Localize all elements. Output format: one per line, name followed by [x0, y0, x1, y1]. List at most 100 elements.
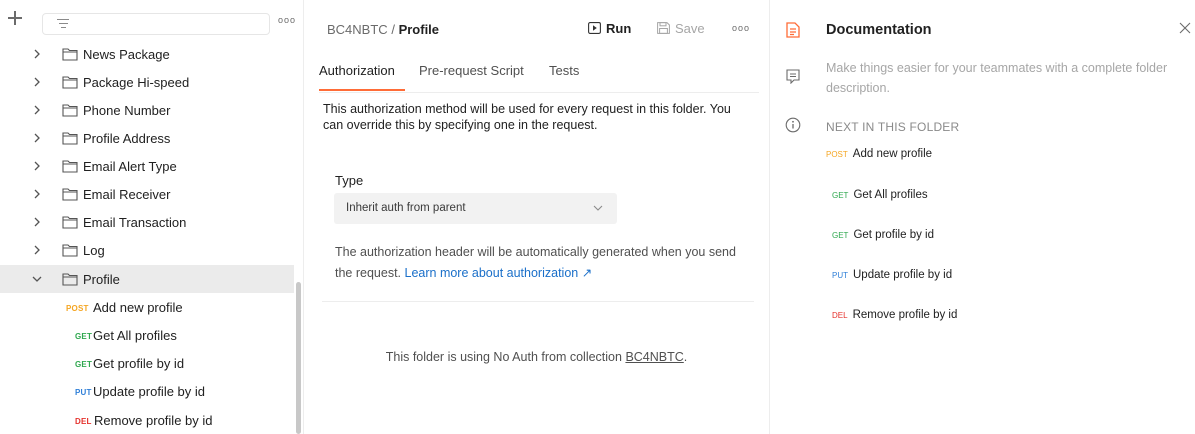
breadcrumb-collection[interactable]: BC4NBTC: [327, 22, 388, 37]
folder-label: Profile Address: [83, 131, 171, 146]
method-badge-put: PUT: [832, 271, 848, 280]
method-badge-get: GET: [832, 191, 849, 200]
sidebar-toolbar: ooo: [0, 0, 304, 36]
next-request-label: Remove profile by id: [852, 309, 958, 321]
method-badge-del: DEL: [832, 311, 848, 320]
method-badge-post: POST: [826, 150, 848, 159]
auth-type-label: Type: [335, 173, 364, 188]
breadcrumb: BC4NBTC / Profile: [327, 22, 439, 37]
auth-note: The authorization header will be automat…: [335, 242, 745, 284]
request-label: Remove profile by id: [94, 413, 213, 428]
auth-description: This authorization method will be used f…: [323, 102, 731, 132]
documentation-description[interactable]: Make things easier for your teammates wi…: [826, 58, 1186, 98]
folder-icon: [62, 272, 78, 286]
folder-tabs: Authorization Pre-request Script Tests: [319, 60, 759, 93]
next-request-item[interactable]: GET Get All profiles: [832, 189, 928, 201]
chevron-right-icon[interactable]: [32, 105, 42, 115]
folder-label: News Package: [83, 47, 170, 62]
folder-auth-note-text: This folder is using No Auth from collec…: [385, 350, 622, 364]
next-request-item[interactable]: PUT Update profile by id: [832, 269, 952, 281]
folder-editor: BC4NBTC / Profile Run Save ooo Authoriza…: [305, 0, 768, 434]
method-badge-put: PUT: [75, 388, 92, 397]
info-icon[interactable]: [785, 117, 801, 133]
method-badge-get: GET: [832, 231, 849, 240]
breadcrumb-folder[interactable]: Profile: [399, 22, 439, 37]
chevron-right-icon[interactable]: [32, 133, 42, 143]
request-row[interactable]: GET Get profile by id: [0, 349, 294, 377]
next-request-item[interactable]: DEL Remove profile by id: [832, 309, 957, 321]
folder-label: Email Receiver: [83, 187, 171, 202]
save-label: Save: [675, 20, 705, 36]
folder-row[interactable]: Package Hi-speed: [0, 68, 294, 96]
request-row[interactable]: PUT Update profile by id: [0, 377, 294, 405]
folder-row[interactable]: Phone Number: [0, 96, 294, 124]
close-icon[interactable]: [1179, 22, 1191, 34]
next-request-item[interactable]: POST Add new profile: [826, 148, 932, 160]
folder-row[interactable]: News Package: [0, 40, 294, 68]
comment-icon[interactable]: [786, 68, 800, 84]
save-button[interactable]: Save: [657, 17, 705, 39]
next-request-item[interactable]: GET Get profile by id: [832, 229, 934, 241]
folder-label: Profile: [83, 272, 120, 287]
chevron-right-icon[interactable]: [32, 161, 42, 171]
document-icon[interactable]: [786, 22, 800, 38]
more-actions-button[interactable]: ooo: [732, 23, 750, 33]
folder-icon: [62, 243, 78, 257]
tab-authorization[interactable]: Authorization: [319, 63, 395, 78]
folder-icon: [62, 103, 78, 117]
request-label: Update profile by id: [93, 384, 206, 399]
folder-row[interactable]: Email Alert Type: [0, 152, 294, 180]
request-row[interactable]: GET Get All profiles: [0, 321, 294, 349]
request-row[interactable]: DEL Remove profile by id: [0, 406, 294, 434]
request-row[interactable]: POST Add new profile: [0, 293, 294, 321]
chevron-right-icon[interactable]: [32, 217, 42, 227]
documentation-panel: Documentation Make things easier for you…: [815, 0, 1195, 434]
save-icon: [657, 22, 670, 34]
collection-link[interactable]: BC4NBTC: [625, 350, 683, 364]
auth-type-value: Inherit auth from parent: [346, 202, 466, 214]
next-request-label: Update profile by id: [853, 269, 953, 281]
request-label: Get profile by id: [93, 356, 185, 371]
chevron-right-icon[interactable]: [32, 77, 42, 87]
learn-more-link[interactable]: Learn more about authorization ↗: [405, 266, 593, 280]
folder-icon: [62, 215, 78, 229]
next-request-label: Get All profiles: [853, 189, 928, 201]
next-in-folder-heading: NEXT IN THIS FOLDER: [826, 120, 960, 134]
folder-label: Package Hi-speed: [83, 75, 190, 90]
documentation-title: Documentation: [826, 22, 932, 38]
chevron-right-icon[interactable]: [32, 49, 42, 59]
tab-pre-request-script[interactable]: Pre-request Script: [419, 63, 524, 78]
right-rail: [769, 0, 815, 434]
folder-icon: [62, 131, 78, 145]
breadcrumb-separator: /: [391, 22, 395, 37]
chevron-down-icon: [593, 205, 603, 211]
filter-icon: [57, 19, 69, 29]
active-tab-indicator: [319, 89, 405, 91]
tabs-divider: [319, 92, 759, 93]
folder-row[interactable]: Profile Address: [0, 124, 294, 152]
folder-row-selected[interactable]: Profile: [0, 265, 294, 293]
folder-icon: [62, 159, 78, 173]
sidebar-scrollbar-thumb[interactable]: [296, 282, 301, 434]
chevron-right-icon[interactable]: [32, 245, 42, 255]
plus-icon[interactable]: [8, 11, 22, 25]
filter-input[interactable]: [42, 13, 270, 35]
folder-label: Email Alert Type: [83, 159, 177, 174]
chevron-down-icon[interactable]: [32, 274, 42, 284]
auth-type-select[interactable]: Inherit auth from parent: [334, 193, 617, 224]
folder-row[interactable]: Email Transaction: [0, 208, 294, 236]
method-badge-get: GET: [75, 360, 93, 369]
play-icon: [588, 22, 601, 34]
folder-icon: [62, 187, 78, 201]
folder-row[interactable]: Email Receiver: [0, 180, 294, 208]
run-button[interactable]: Run: [588, 17, 631, 39]
sidebar: ooo News Package Package Hi-speed Phone …: [0, 0, 304, 434]
request-label: Add new profile: [93, 300, 183, 315]
section-divider: [322, 301, 754, 302]
folder-row[interactable]: Log: [0, 236, 294, 264]
folder-auth-note-end: .: [683, 350, 688, 364]
sidebar-more-button[interactable]: ooo: [278, 15, 296, 25]
folder-label: Log: [83, 243, 105, 258]
tab-tests[interactable]: Tests: [549, 63, 579, 78]
chevron-right-icon[interactable]: [32, 189, 42, 199]
